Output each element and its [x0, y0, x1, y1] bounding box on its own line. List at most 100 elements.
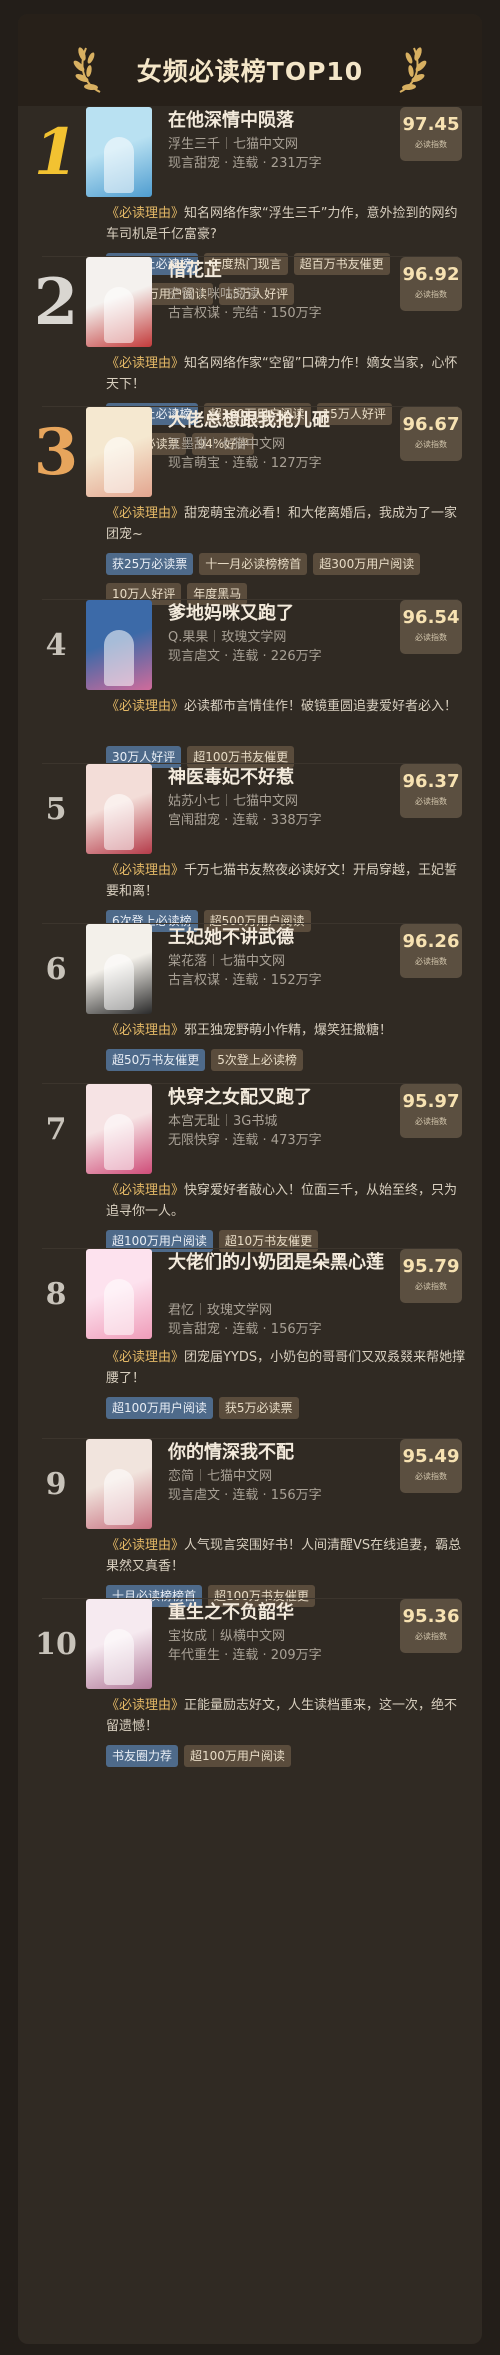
book-cover-image[interactable]: [86, 764, 152, 854]
score-value: 96.54: [402, 607, 460, 628]
score-badge: 95.97 必读指数: [400, 1084, 462, 1138]
book-item[interactable]: 6 王妃她不讲武德 棠花落 七猫中文网 古言权谋 · 连载 · 152万字 96.26 必读…: [18, 924, 482, 1084]
score-label: 必读指数: [415, 140, 447, 149]
score-badge: 96.26 必读指数: [400, 924, 462, 978]
book-item[interactable]: 3 大佬总想跟我抢儿砸 江墨甜 七猫中文网 现言萌宝 · 连载 · 127万字 96.67…: [18, 407, 482, 605]
score-label: 必读指数: [415, 797, 447, 806]
score-value: 95.79: [402, 1256, 460, 1277]
recommend-reason: 《必读理由》快穿爱好者敲心入！位面三千，从始至终，只为追寻你一人。: [106, 1180, 466, 1222]
rank-number: 9: [45, 1466, 67, 1502]
book-title[interactable]: 在他深情中陨落: [168, 109, 388, 133]
score-label: 必读指数: [415, 1472, 447, 1481]
score-value: 97.45: [402, 114, 460, 135]
book-cover-image[interactable]: [86, 257, 152, 347]
book-tag[interactable]: 5次登上必读榜: [211, 1049, 303, 1071]
book-info: 年代重生 · 连载 · 209万字: [168, 1648, 322, 1663]
score-value: 96.92: [402, 264, 460, 285]
book-info: 古言权谋 · 连载 · 152万字: [168, 973, 322, 988]
book-item[interactable]: 10 重生之不负韶华 宝妆成 纵横中文网 年代重生 · 连载 · 209万字 95.36 必…: [18, 1599, 482, 1779]
book-info: 古言权谋 · 完结 · 150万字: [168, 306, 322, 321]
book-item[interactable]: 4 爹地妈咪又跑了 Q.果果 玫瑰文学网 现言虐文 · 连载 · 226万字 96.54 必…: [18, 600, 482, 768]
score-badge: 95.79 必读指数: [400, 1249, 462, 1303]
recommend-reason: 《必读理由》人气现言突围好书！人间清醒VS在线追妻，霸总果然又真香！: [106, 1535, 466, 1577]
publisher-name: 七猫中文网: [220, 954, 286, 969]
book-author-line: 浮生三千 七猫中文网: [168, 135, 298, 154]
tag-list: 超50万书友催更 5次登上必读榜: [106, 1049, 476, 1079]
recommend-reason: 《必读理由》正能量励志好文，人生读档重来，这一次，绝不留遗憾！: [106, 1695, 466, 1737]
score-badge: 96.67 必读指数: [400, 407, 462, 461]
divider: [200, 1469, 202, 1481]
book-title[interactable]: 重生之不负韶华: [168, 1601, 388, 1625]
score-value: 95.36: [402, 1606, 460, 1627]
book-tag[interactable]: 超100万用户阅读: [106, 1397, 213, 1419]
book-item[interactable]: 9 你的情深我不配 恋简 七猫中文网 现言虐文 · 连载 · 156万字 95.49 必读指…: [18, 1439, 482, 1607]
book-cover-image[interactable]: [86, 600, 152, 690]
score-value: 95.97: [402, 1091, 460, 1112]
score-badge: 96.54 必读指数: [400, 600, 462, 654]
book-tag[interactable]: 十一月必读榜榜首: [199, 553, 308, 575]
publisher-name: 3G书城: [233, 1114, 278, 1129]
book-cover-image[interactable]: [86, 407, 152, 497]
reason-label: 《必读理由》: [106, 699, 185, 714]
divider: [214, 630, 216, 642]
book-cover-image[interactable]: [86, 1439, 152, 1529]
score-badge: 97.45 必读指数: [400, 107, 462, 161]
reason-text: 邪王独宠野萌小作精，爆笑狂撒糖！: [184, 1023, 393, 1038]
book-tag[interactable]: 获5万必读票: [218, 1397, 299, 1419]
book-cover-image[interactable]: [86, 1599, 152, 1689]
divider: [226, 794, 228, 806]
book-cover-image[interactable]: [86, 924, 152, 1014]
book-item[interactable]: 7 快穿之女配又跑了 本宫无耻 3G书城 无限快穿 · 连载 · 473万字 95.97 必…: [18, 1084, 482, 1252]
recommend-reason: 《必读理由》邪王独宠野萌小作精，爆笑狂撒糖！: [106, 1020, 466, 1041]
book-info: 宫闱甜宠 · 连载 · 338万字: [168, 813, 322, 828]
publisher-name: 纵横中文网: [220, 1629, 286, 1644]
recommend-reason: 《必读理由》知名网络作家“空留”口碑力作！嫡女当家，心怀天下！: [106, 353, 466, 395]
score-label: 必读指数: [415, 1282, 447, 1291]
score-label: 必读指数: [415, 440, 447, 449]
recommend-reason: 《必读理由》知名网络作家“浮生三千”力作，意外捡到的网约车司机是千亿富豪?: [106, 203, 466, 245]
book-title[interactable]: 大佬总想跟我抢儿砸: [168, 409, 388, 433]
rank-number: 1: [33, 114, 79, 190]
book-item[interactable]: 1 在他深情中陨落 浮生三千 七猫中文网 现言甜宠 · 连载 · 231万字 97.45 必…: [18, 107, 482, 305]
ranking-header: 女频必读榜TOP10: [18, 14, 482, 106]
score-badge: 96.37 必读指数: [400, 764, 462, 818]
book-info: 现言虐文 · 连载 · 226万字: [168, 649, 322, 664]
divider: [213, 1629, 215, 1641]
rank-number: 7: [45, 1111, 67, 1147]
book-tag[interactable]: 获25万必读票: [106, 553, 194, 575]
publisher-name: 七猫中文网: [233, 794, 299, 809]
book-item[interactable]: 2 惜花芷 空留 咪咕阅读 古言权谋 · 完结 · 150万字 96.92 必读指数 《必读理…: [18, 257, 482, 455]
book-cover-image[interactable]: [86, 107, 152, 197]
book-tag[interactable]: 超100万用户阅读: [184, 1745, 291, 1767]
book-tag[interactable]: 超300万用户阅读: [313, 553, 421, 575]
book-title[interactable]: 王妃她不讲武德: [168, 926, 388, 950]
book-title[interactable]: 爹地妈咪又跑了: [168, 602, 388, 626]
book-title[interactable]: 大佬们的小奶团是朵黑心莲: [168, 1251, 388, 1275]
book-cover-image[interactable]: [86, 1084, 152, 1174]
score-value: 95.49: [402, 1446, 460, 1467]
reason-label: 《必读理由》: [106, 1698, 185, 1713]
book-item[interactable]: 5 神医毒妃不好惹 姑苏小七 七猫中文网 宫闱甜宠 · 连载 · 338万字 96.37 必…: [18, 764, 482, 932]
book-item[interactable]: 8 大佬们的小奶团是朵黑心莲 君忆 玫瑰文学网 现言甜宠 · 连载 · 156万字 95.…: [18, 1249, 482, 1439]
book-author-line: Q.果果 玫瑰文学网: [168, 628, 286, 647]
publisher-name: 咪咕阅读: [207, 287, 260, 302]
book-info: 无限快穿 · 连载 · 473万字: [168, 1133, 322, 1148]
book-title[interactable]: 神医毒妃不好惹: [168, 766, 388, 790]
reason-label: 《必读理由》: [106, 1538, 185, 1553]
book-title[interactable]: 快穿之女配又跑了: [168, 1086, 388, 1110]
book-tag[interactable]: 超50万书友催更: [106, 1049, 206, 1071]
score-badge: 96.92 必读指数: [400, 257, 462, 311]
book-title[interactable]: 惜花芷: [168, 259, 388, 283]
author-name: 君忆: [168, 1303, 195, 1318]
rank-number: 10: [35, 1626, 77, 1662]
score-label: 必读指数: [415, 633, 447, 642]
book-tag[interactable]: 书友圈力荐: [106, 1745, 179, 1767]
score-value: 96.26: [402, 931, 460, 952]
book-title[interactable]: 你的情深我不配: [168, 1441, 388, 1465]
rank-number: 3: [33, 414, 79, 490]
author-name: 宝妆成: [168, 1629, 208, 1644]
book-author-line: 江墨甜 七猫中文网: [168, 435, 285, 454]
book-author-line: 棠花落 七猫中文网: [168, 952, 285, 971]
book-cover-image[interactable]: [86, 1249, 152, 1339]
divider: [226, 1114, 228, 1126]
